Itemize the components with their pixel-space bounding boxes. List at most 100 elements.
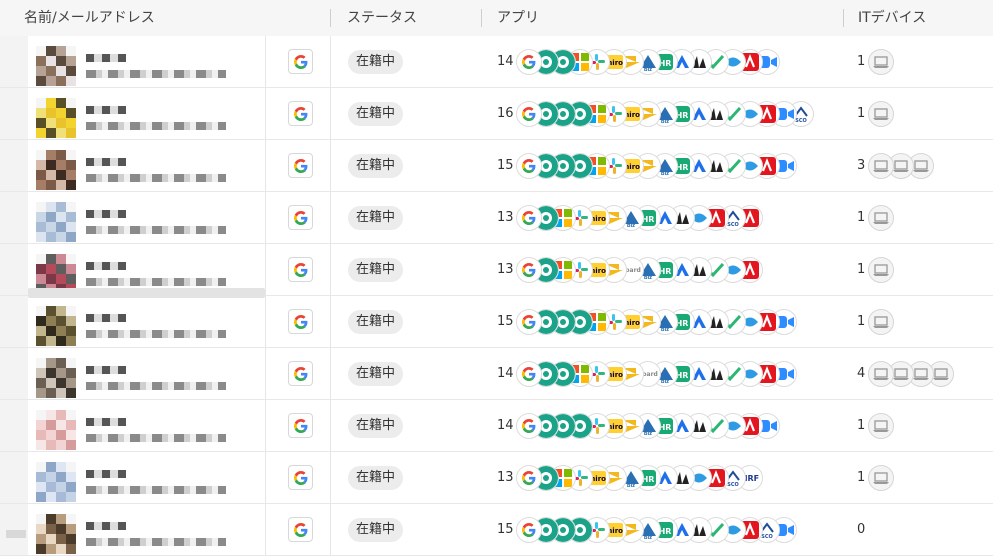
avatar-pixel (46, 128, 56, 138)
table-row[interactable]: 在籍中 14 miro biz HR 1 (0, 36, 993, 88)
laptop-icon[interactable] (868, 257, 894, 283)
laptop-icon[interactable] (868, 309, 894, 335)
svg-text:SCO: SCO (795, 118, 807, 124)
google-account-button[interactable] (288, 205, 313, 230)
table-row[interactable]: 在籍中 16 miro biz HR SCO 1 (0, 88, 993, 140)
avatar[interactable] (36, 306, 76, 346)
header-name[interactable]: 名前/メールアドレス (24, 0, 155, 36)
google-icon[interactable] (516, 205, 542, 231)
svg-text:biz: biz (627, 223, 635, 228)
google-account-button[interactable] (288, 153, 313, 178)
google-icon[interactable] (516, 101, 542, 127)
member-table: 名前/メールアドレス ステータス アプリ ITデバイス 在籍中 14 miro biz… (0, 0, 993, 556)
avatar[interactable] (36, 150, 76, 190)
google-icon[interactable] (516, 257, 542, 283)
avatar-pixel (36, 274, 46, 284)
avatar-pixel (66, 98, 76, 108)
redacted-email (86, 330, 226, 338)
google-icon[interactable] (516, 153, 542, 179)
avatar-pixel (56, 160, 66, 170)
laptop-icon[interactable] (868, 413, 894, 439)
laptop-icon[interactable] (868, 465, 894, 491)
svg-text:biz: biz (644, 67, 652, 72)
svg-text:biz: biz (661, 119, 669, 124)
table-header: 名前/メールアドレス ステータス アプリ ITデバイス (0, 0, 993, 36)
avatar-pixel (46, 378, 56, 388)
laptop-icon[interactable] (868, 101, 894, 127)
avatar[interactable] (36, 46, 76, 86)
table-row[interactable]: 在籍中 14 miro board biz HR 4 (0, 348, 993, 400)
avatar-pixel (36, 482, 46, 492)
redacted-name (86, 262, 126, 270)
laptop-icon[interactable] (868, 49, 894, 75)
google-icon[interactable] (516, 361, 542, 387)
avatar-pixel (56, 378, 66, 388)
avatar[interactable] (36, 202, 76, 242)
table-row[interactable]: 在籍中 15 miro biz HR SCO 0 (0, 504, 993, 556)
redacted-name (86, 470, 126, 478)
google-icon[interactable] (516, 413, 542, 439)
app-count: 14 (497, 366, 514, 381)
avatar[interactable] (36, 462, 76, 502)
avatar[interactable] (36, 358, 76, 398)
table-row[interactable]: 在籍中 13 miro biz HR SCO 1 (0, 192, 993, 244)
laptop-icon[interactable] (868, 205, 894, 231)
avatar-pixel (36, 160, 46, 170)
avatar-pixel (46, 222, 56, 232)
google-account-button[interactable] (288, 361, 313, 386)
avatar-pixel (66, 514, 76, 524)
redacted-name (86, 314, 126, 322)
laptop-icon[interactable] (868, 153, 894, 179)
avatar-pixel (46, 430, 56, 440)
google-account-button[interactable] (288, 413, 313, 438)
avatar-pixel (56, 150, 66, 160)
google-icon[interactable] (516, 309, 542, 335)
avatar-pixel (46, 358, 56, 368)
avatar-pixel (56, 358, 66, 368)
google-account-button[interactable] (288, 257, 313, 282)
avatar-pixel (56, 108, 66, 118)
avatar[interactable] (36, 514, 76, 554)
header-status[interactable]: ステータス (347, 0, 417, 36)
avatar-pixel (36, 128, 46, 138)
redacted-name (86, 158, 126, 166)
header-separator[interactable] (481, 9, 482, 27)
status-badge: 在籍中 (348, 154, 404, 178)
google-account-button[interactable] (288, 101, 313, 126)
google-icon[interactable] (516, 517, 542, 543)
scroll-marker (6, 530, 26, 538)
avatar-pixel (46, 150, 56, 160)
avatar-pixel (36, 440, 46, 450)
header-devices[interactable]: ITデバイス (858, 0, 926, 36)
status-badge: 在籍中 (348, 102, 404, 126)
avatar-pixel (56, 472, 66, 482)
header-separator[interactable] (330, 9, 331, 27)
table-row[interactable]: 在籍中 15 miro biz HR 3 (0, 140, 993, 192)
google-account-button[interactable] (288, 309, 313, 334)
table-row[interactable]: 在籍中 13 miro biz HR SCO NRF 1 (0, 452, 993, 504)
google-icon (293, 210, 308, 225)
horizontal-scrollbar[interactable] (28, 288, 265, 298)
avatar-pixel (46, 180, 56, 190)
google-icon (293, 470, 308, 485)
status-badge: 在籍中 (348, 518, 404, 542)
google-icon[interactable] (516, 465, 542, 491)
avatar-pixel (56, 264, 66, 274)
google-account-button[interactable] (288, 49, 313, 74)
google-icon[interactable] (516, 49, 542, 75)
google-account-button[interactable] (288, 517, 313, 542)
table-row[interactable]: 在籍中 15 miro biz HR 1 (0, 296, 993, 348)
avatar[interactable] (36, 410, 76, 450)
header-apps[interactable]: アプリ (497, 0, 539, 36)
header-separator[interactable] (843, 9, 844, 27)
laptop-icon[interactable] (868, 361, 894, 387)
app-count: 13 (497, 210, 514, 225)
avatar[interactable] (36, 98, 76, 138)
avatar-pixel (56, 202, 66, 212)
google-account-button[interactable] (288, 465, 313, 490)
avatar-pixel (46, 534, 56, 544)
table-row[interactable]: 在籍中 14 miro biz HR 1 (0, 400, 993, 452)
avatar-pixel (56, 254, 66, 264)
avatar-pixel (66, 430, 76, 440)
avatar-pixel (46, 264, 56, 274)
